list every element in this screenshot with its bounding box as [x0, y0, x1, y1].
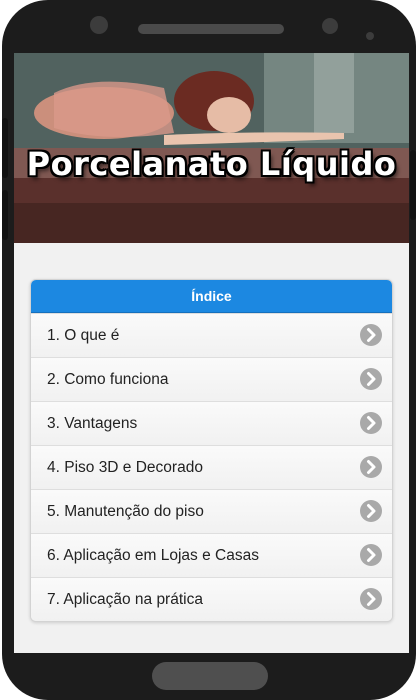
index-header: Índice: [31, 280, 392, 313]
hero-banner: Porcelanato Líquido: [14, 53, 409, 243]
chevron-right-icon: [360, 456, 382, 478]
chevron-right-icon: [360, 500, 382, 522]
list-item-label: 2. Como funciona: [47, 371, 169, 388]
front-camera-icon: [90, 16, 108, 34]
chevron-right-icon: [360, 368, 382, 390]
list-item-label: 4. Piso 3D e Decorado: [47, 459, 203, 476]
list-item-lojas-casas[interactable]: 6. Aplicação em Lojas e Casas: [31, 533, 392, 577]
list-item-manutencao[interactable]: 5. Manutenção do piso: [31, 489, 392, 533]
volume-up-button: [2, 118, 8, 178]
chevron-right-icon: [360, 544, 382, 566]
phone-frame: Porcelanato Líquido Índice 1. O que é 2.…: [2, 0, 416, 700]
home-button[interactable]: [152, 662, 268, 690]
list-item-o-que-e[interactable]: 1. O que é: [31, 313, 392, 357]
chevron-right-icon: [360, 324, 382, 346]
list-item-label: 6. Aplicação em Lojas e Casas: [47, 547, 259, 564]
proximity-sensor-icon: [322, 18, 338, 34]
app-title: Porcelanato Líquido: [26, 145, 397, 183]
list-item-vantagens[interactable]: 3. Vantagens: [31, 401, 392, 445]
list-item-como-funciona[interactable]: 2. Como funciona: [31, 357, 392, 401]
list-item-label: 3. Vantagens: [47, 415, 138, 432]
app-screen: Porcelanato Líquido Índice 1. O que é 2.…: [14, 53, 409, 653]
chevron-right-icon: [360, 412, 382, 434]
list-item-piso-3d[interactable]: 4. Piso 3D e Decorado: [31, 445, 392, 489]
power-button: [410, 150, 416, 220]
light-sensor-icon: [366, 32, 374, 40]
volume-down-button: [2, 190, 8, 240]
list-item-label: 7. Aplicação na prática: [47, 591, 203, 608]
chevron-right-icon: [360, 588, 382, 610]
index-card: Índice 1. O que é 2. Como funciona 3. Va…: [30, 279, 393, 622]
earpiece-speaker: [138, 24, 284, 34]
list-item-na-pratica[interactable]: 7. Aplicação na prática: [31, 577, 392, 621]
list-item-label: 1. O que é: [47, 327, 120, 344]
list-item-label: 5. Manutenção do piso: [47, 503, 204, 520]
